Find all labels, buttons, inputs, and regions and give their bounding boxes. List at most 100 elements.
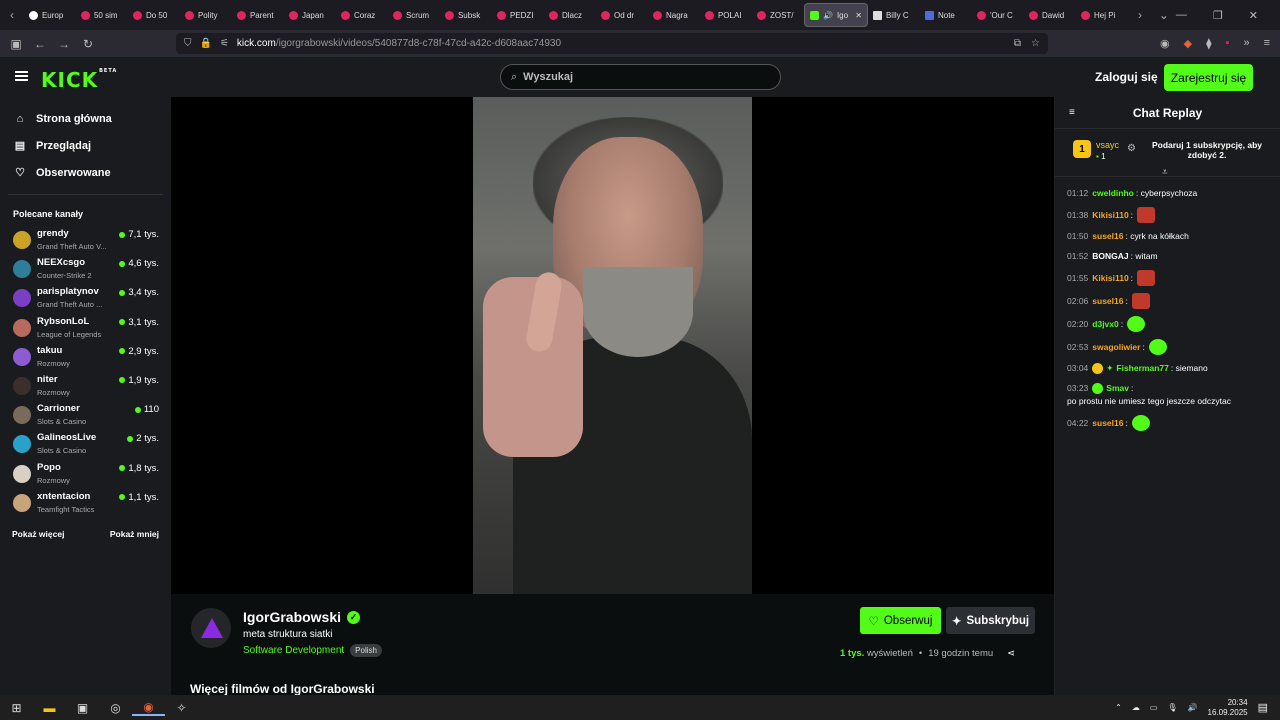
chat-username[interactable]: susel16	[1092, 230, 1123, 243]
app-icon[interactable]: ▣	[66, 701, 99, 715]
sidebar-nav-item[interactable]: ▤ Przeglądaj	[0, 132, 171, 159]
video-player[interactable]	[171, 97, 1054, 594]
extensions-puzzle-icon[interactable]: ⧫	[1206, 37, 1211, 50]
reload-icon[interactable]: ↻	[76, 37, 100, 51]
browser-tab[interactable]: 'Our C	[972, 3, 1024, 27]
recommended-channel[interactable]: takuu Rozmowy 2,9 tys.	[0, 344, 171, 373]
chat-username[interactable]: susel16	[1092, 295, 1123, 308]
onedrive-icon[interactable]: ☁	[1132, 703, 1140, 712]
chat-username[interactable]: Fisherman77	[1116, 362, 1168, 375]
recommended-channel[interactable]: niter Rozmowy 1,9 tys.	[0, 373, 171, 402]
browser-tab[interactable]: Polity	[180, 3, 232, 27]
windows-start-icon[interactable]: ⊞	[0, 701, 33, 715]
microphone-icon[interactable]: 🎙	[1167, 703, 1177, 712]
extension-globe-icon[interactable]: ◉	[1160, 37, 1170, 50]
recommended-channel[interactable]: RybsonLoL League of Legends 3,1 tys.	[0, 315, 171, 344]
collapse-chat-icon[interactable]: ≡	[1069, 107, 1075, 118]
maximize-icon[interactable]: ❐	[1213, 9, 1223, 22]
notifications-icon[interactable]: ▤	[1258, 701, 1268, 714]
sidebar-toggle-icon[interactable]: ▣	[4, 37, 28, 51]
extension-fox-icon[interactable]: ◆	[1184, 37, 1192, 50]
steam-icon[interactable]: ◎	[99, 701, 132, 715]
follow-button[interactable]: ♡ Obserwuj	[860, 607, 941, 634]
recommended-channel[interactable]: Carrioner Slots & Casino 110	[0, 402, 171, 431]
bookmark-star-icon[interactable]: ☆	[1031, 38, 1040, 49]
scroll-down-icon[interactable]: ⩡	[1162, 167, 1168, 178]
back-icon[interactable]: ←	[28, 37, 52, 51]
tab-list-chevron-icon[interactable]: ⌄	[1152, 8, 1176, 22]
browser-tab[interactable]: 🔊 Igo ✕	[803, 3, 868, 27]
browser-tab[interactable]: Note	[920, 3, 972, 27]
sidebar-nav-item[interactable]: ♡ Obserwowane	[0, 159, 171, 186]
browser-tab[interactable]: ZOST/	[752, 3, 804, 27]
browser-tab[interactable]: Dawid	[1024, 3, 1076, 27]
browser-tab[interactable]: Nagra	[648, 3, 700, 27]
browser-tab[interactable]: Hej Pi	[1076, 3, 1128, 27]
language-tag[interactable]: Polish	[350, 644, 382, 657]
tray-chevron-icon[interactable]: ⌃	[1115, 703, 1122, 712]
kick-logo[interactable]: KICKBETA	[41, 68, 117, 92]
file-explorer-icon[interactable]: ▬	[33, 701, 66, 715]
picture-in-picture-icon[interactable]: ⧉	[1014, 38, 1021, 49]
chat-username[interactable]: swagoliwier	[1092, 341, 1140, 354]
recommended-channel[interactable]: grendy Grand Theft Auto V... 7,1 tys.	[0, 227, 171, 256]
recommended-channel[interactable]: NEEXcsgo Counter-Strike 2 4,6 tys.	[0, 256, 171, 285]
extension-notifications-icon[interactable]: ▪	[1226, 37, 1230, 50]
shield-icon[interactable]: ⛉	[184, 38, 192, 49]
minimize-icon[interactable]: —	[1176, 9, 1187, 22]
browser-tab[interactable]: Dlacz	[544, 3, 596, 27]
firefox-icon[interactable]: ◉	[132, 700, 165, 716]
channel-avatar[interactable]	[191, 608, 231, 648]
recommended-channel[interactable]: GalineosLive Slots & Casino 2 tys.	[0, 431, 171, 460]
login-button[interactable]: Zaloguj się	[1095, 70, 1158, 84]
browser-tab[interactable]: Billy C	[868, 3, 920, 27]
volume-icon[interactable]: 🔊	[1188, 703, 1198, 712]
recommended-channel[interactable]: Popo Rozmowy 1,8 tys.	[0, 461, 171, 490]
more-tools-icon[interactable]: »	[1243, 37, 1249, 50]
browser-tab[interactable]: Do 50	[128, 3, 180, 27]
browser-tab[interactable]: Scrum	[388, 3, 440, 27]
menu-icon[interactable]: ≡	[1264, 37, 1270, 50]
browser-tab[interactable]: Od dr	[596, 3, 648, 27]
address-bar[interactable]: ⛉ 🔒 ⚟ kick.com/igorgrabowski/videos/5408…	[176, 33, 1048, 54]
chat-username[interactable]: Smav	[1106, 382, 1129, 395]
permissions-icon[interactable]: ⚟	[220, 38, 229, 49]
tab-scroll-left-icon[interactable]: ‹	[0, 8, 24, 22]
network-icon[interactable]: ▭	[1150, 703, 1158, 712]
browser-tab[interactable]: PEDZI	[492, 3, 544, 27]
recommended-channel[interactable]: xntentacion Teamfight Tactics 1,1 tys.	[0, 490, 171, 519]
subscribe-button[interactable]: ✦ Subskrybuj	[946, 607, 1035, 634]
tab-scroll-right-icon[interactable]: ›	[1128, 8, 1152, 22]
app-bird-icon[interactable]: ✧	[165, 701, 198, 715]
browser-tab[interactable]: 50 sim	[76, 3, 128, 27]
show-more-button[interactable]: Pokaż więcej	[12, 529, 64, 539]
chat-username[interactable]: d3jvx0	[1092, 318, 1118, 331]
search-input[interactable]: ⌕ Wyszukaj	[500, 64, 781, 90]
chat-username[interactable]: Kikisi110	[1092, 272, 1128, 285]
close-window-icon[interactable]: ✕	[1249, 9, 1258, 22]
speaker-icon[interactable]: 🔊	[823, 11, 833, 20]
pinned-user[interactable]: vsayc	[1096, 140, 1119, 150]
forward-icon[interactable]: →	[52, 37, 76, 51]
chat-username[interactable]: susel16	[1092, 417, 1123, 430]
channel-name[interactable]: IgorGrabowski	[243, 609, 341, 625]
hamburger-menu-icon[interactable]	[15, 71, 28, 81]
category-link[interactable]: Software Development	[243, 645, 344, 656]
video-frame[interactable]	[473, 97, 752, 594]
share-icon[interactable]: ⋖	[1007, 648, 1015, 659]
browser-tab[interactable]: POLAI	[700, 3, 752, 27]
sidebar-nav-item[interactable]: ⌂ Strona główna	[0, 105, 171, 132]
show-less-button[interactable]: Pokaż mniej	[110, 529, 159, 539]
browser-tab[interactable]: Europ	[24, 3, 76, 27]
browser-tab[interactable]: Japan	[284, 3, 336, 27]
chat-username[interactable]: BONGAJ	[1092, 250, 1128, 263]
browser-tab[interactable]: Parent	[232, 3, 284, 27]
recommended-channel[interactable]: parisplatynov Grand Theft Auto ... 3,4 tys…	[0, 285, 171, 314]
chat-username[interactable]: cweldinho	[1092, 187, 1134, 200]
clock[interactable]: 20:34 16.09.2025	[1208, 698, 1248, 718]
lock-icon[interactable]: 🔒	[200, 38, 212, 49]
browser-tab[interactable]: Subsk	[440, 3, 492, 27]
register-button[interactable]: Zarejestruj się	[1164, 64, 1253, 91]
browser-tab[interactable]: Coraz	[336, 3, 388, 27]
close-tab-icon[interactable]: ✕	[855, 11, 862, 20]
